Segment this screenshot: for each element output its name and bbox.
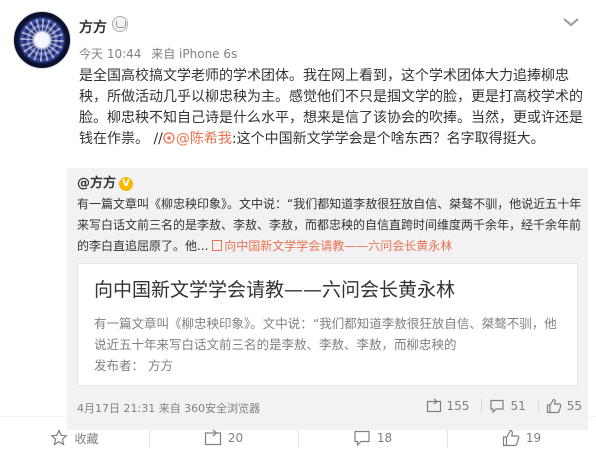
thumb-up-icon xyxy=(546,398,562,414)
article-card-desc: 有一篇文章叫《柳忠秧印象》。文中说：“我们都知道李敖很狂放自信、桀骜不驯，他说近… xyxy=(94,313,569,376)
repost-meta: 4月17日 21:31 来自 360安全浏览器 xyxy=(77,402,261,415)
comment-count: 18 xyxy=(376,431,393,445)
post-content: 是全国高校搞文学老师的学术团体。我在网上看到，这个学术团体大力追捧柳忠秧，所做活… xyxy=(79,66,589,150)
article-card[interactable]: 向中国新文学学会请教——六问会长黄永林 有一篇文章叫《柳忠秧印象》。文中说：“我… xyxy=(77,263,578,386)
article-card-summary: 有一篇文章叫《柳忠秧印象》。文中说：“我们都知道李敖很狂放自信、桀骜不驯，他说近… xyxy=(94,316,557,352)
repost-text: 有一篇文章叫《柳忠秧印象》。文中说：“我们都知道李敖很狂放自信、桀骜不驯，他说近… xyxy=(77,194,582,257)
repost-author[interactable]: @方方 V xyxy=(77,172,134,191)
chevron-down-icon[interactable] xyxy=(559,12,583,32)
forward-icon xyxy=(426,398,441,413)
action-bar: 收藏 20 18 19 xyxy=(0,416,596,459)
forward-count: 20 xyxy=(227,431,244,445)
favorite-label: 收藏 xyxy=(74,431,99,446)
author-name[interactable]: 方方 xyxy=(79,17,107,37)
repost-block[interactable]: @方方 V 有一篇文章叫《柳忠秧印象》。文中说：“我们都知道李敖很狂放自信、桀骜不… xyxy=(67,168,588,430)
post-source: 来自 iPhone 6s xyxy=(151,47,238,61)
repost-like[interactable]: 55 xyxy=(546,398,582,414)
user-link-icon xyxy=(163,132,175,144)
repost-comment[interactable]: 51 xyxy=(489,398,545,414)
comment-button[interactable]: 18 xyxy=(298,417,447,459)
post-meta: 今天 10:44 来自 iPhone 6s xyxy=(79,45,243,62)
forward-icon xyxy=(204,429,221,446)
comment-icon xyxy=(354,430,370,447)
document-icon xyxy=(212,240,223,251)
content-text-after: :这个中国新文学学会是个啥东西？名字取得挺大。 xyxy=(231,131,545,147)
post-time[interactable]: 今天 10:44 xyxy=(79,47,141,61)
flower-avatar-image xyxy=(14,12,70,68)
favorite-button[interactable]: 收藏 xyxy=(0,417,149,459)
article-link[interactable]: 向中国新文学学会请教——六问会长黄永林 xyxy=(212,239,452,253)
mention-link[interactable]: @陈希我 xyxy=(176,131,232,147)
like-count: 19 xyxy=(525,431,542,445)
avatar[interactable] xyxy=(13,11,71,69)
article-card-publisher: 发布者： 方方 xyxy=(94,358,173,373)
comment-icon xyxy=(490,399,505,414)
repost-like-count: 55 xyxy=(566,399,582,413)
article-card-title[interactable]: 向中国新文学学会请教——六问会长黄永林 xyxy=(94,275,455,302)
forward-button[interactable]: 20 xyxy=(149,417,298,459)
like-button[interactable]: 19 xyxy=(447,417,596,459)
vip-crown-icon[interactable] xyxy=(112,16,128,32)
repost-stats: 155 51 55 xyxy=(426,395,582,417)
article-link-text[interactable]: 向中国新文学学会请教——六问会长黄永林 xyxy=(224,239,452,253)
repost-forward[interactable]: 155 xyxy=(426,398,490,414)
repost-author-name[interactable]: @方方 xyxy=(77,176,116,191)
star-icon xyxy=(50,429,69,446)
thumb-up-icon xyxy=(502,429,520,447)
repost-forward-count: 155 xyxy=(446,399,470,413)
weibo-post: 方方 今天 10:44 来自 iPhone 6s 是全国高校搞文学老师的学术团体… xyxy=(0,0,596,459)
verified-icon: V xyxy=(119,177,134,191)
repost-comment-count: 51 xyxy=(510,399,526,413)
